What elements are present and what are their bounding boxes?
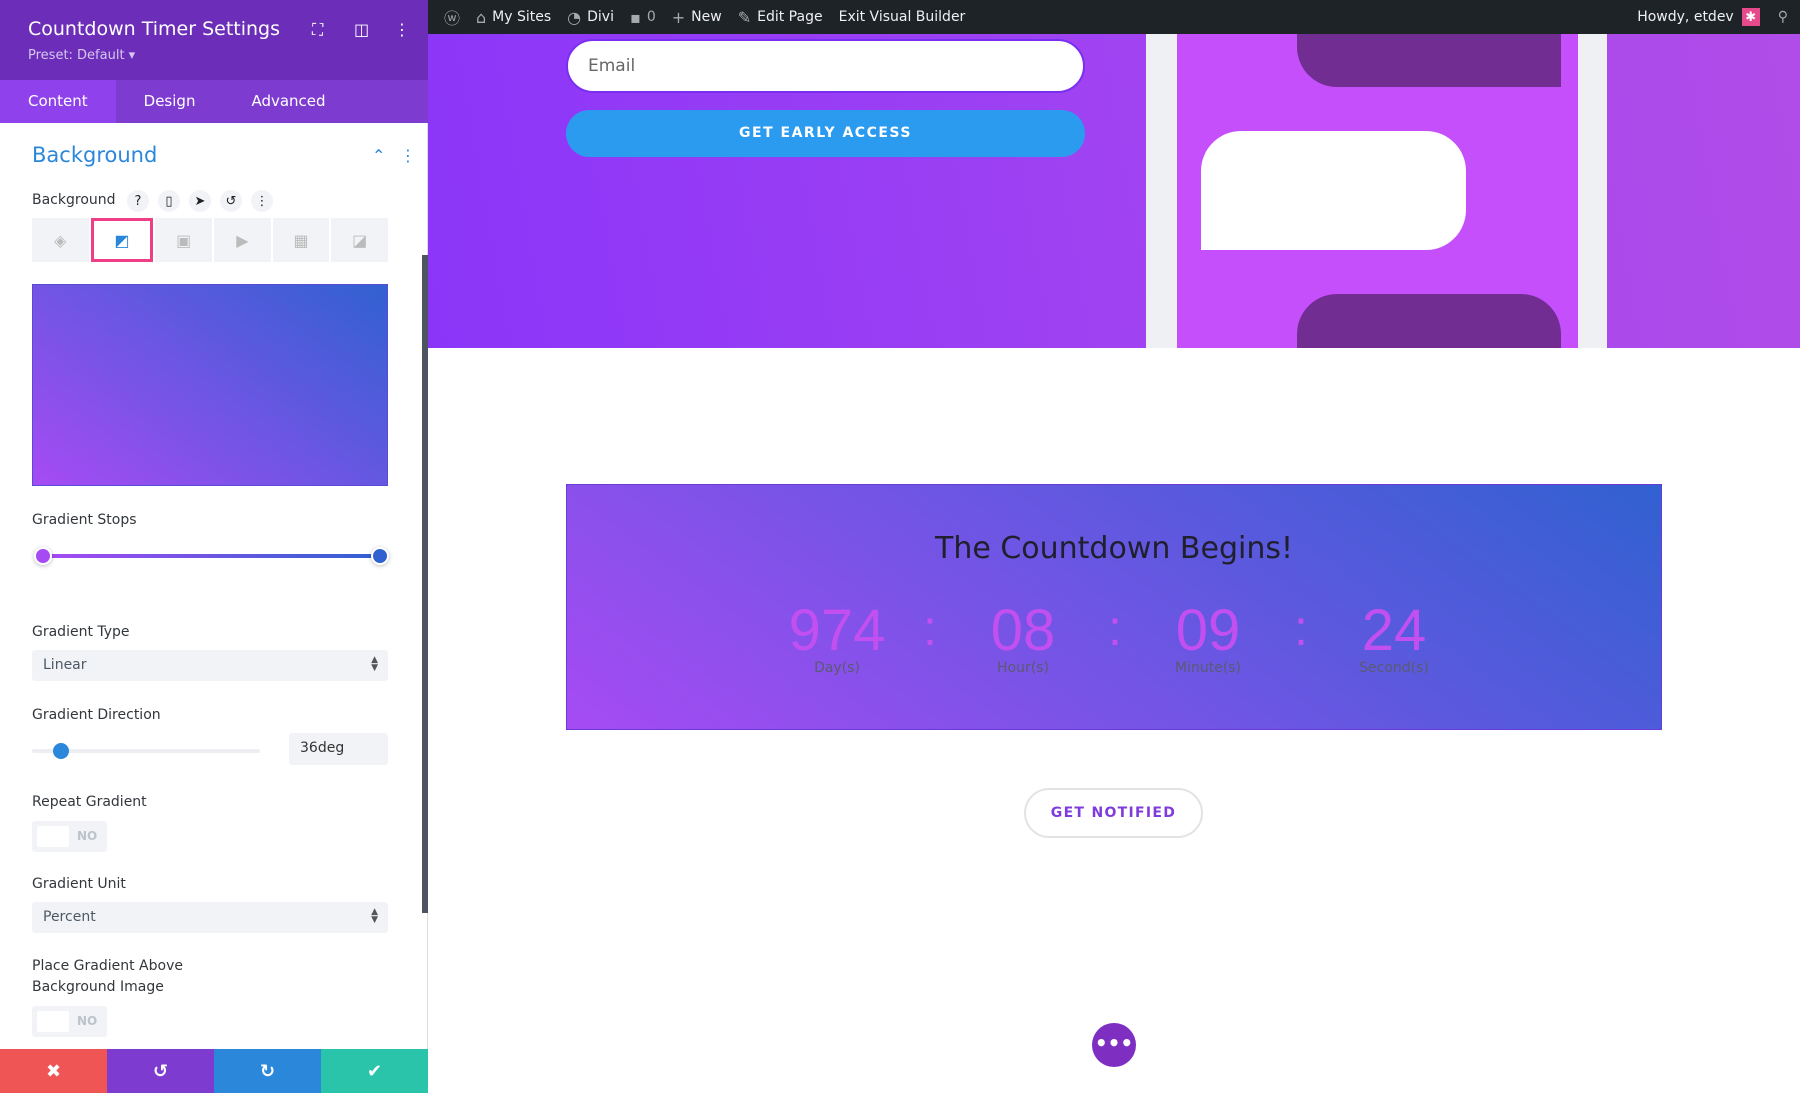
section-title[interactable]: Background (32, 143, 157, 167)
minutes-value: 09 (1175, 598, 1241, 663)
chat-bubble (1201, 131, 1466, 250)
gradient-direction-label: Gradient Direction (32, 707, 161, 723)
separator: : (1108, 600, 1122, 656)
gradient-type-label: Gradient Type (32, 624, 130, 640)
howdy-user[interactable]: Howdy, etdev (1637, 9, 1734, 25)
options-icon[interactable]: ⋮ (251, 190, 273, 212)
days-value: 974 (788, 598, 886, 663)
gradient-unit-select[interactable]: Percent ▲ ▼ (32, 902, 388, 933)
toggle-state: NO (77, 829, 98, 843)
gradient-stops-label: Gradient Stops (32, 512, 137, 528)
bg-video-tab-icon[interactable]: ▶ (214, 218, 271, 262)
sites-icon: ⌂ (476, 7, 487, 27)
search-icon[interactable]: ⚲ (1778, 9, 1788, 25)
phone-frame-left (1146, 34, 1177, 348)
divi-link[interactable]: ◔ Divi (567, 8, 614, 27)
repeat-gradient-toggle[interactable]: NO (32, 821, 107, 852)
split-view-icon[interactable]: ◫ (354, 20, 369, 39)
gradient-preview (32, 284, 388, 486)
gradient-unit-label: Gradient Unit (32, 876, 126, 892)
countdown-timer: The Countdown Begins! 974 Day(s) : 08 Ho… (566, 484, 1662, 730)
fullscreen-icon[interactable]: ⛶ (312, 20, 323, 40)
place-above-label-2: Background Image (32, 979, 164, 995)
seconds-label: Second(s) (1359, 660, 1429, 676)
gradient-type-value: Linear (43, 657, 87, 673)
seconds-value: 24 (1361, 598, 1427, 663)
new-link[interactable]: + New (672, 8, 722, 27)
get-notified-button[interactable]: GET NOTIFIED (1024, 788, 1203, 838)
hours-label: Hour(s) (997, 660, 1049, 676)
toggle-state: NO (77, 1014, 98, 1028)
gradient-type-select[interactable]: Linear ▲ ▼ (32, 650, 388, 681)
background-label: Background (32, 192, 116, 208)
get-early-access-button[interactable]: GET EARLY ACCESS (566, 110, 1085, 157)
comment-icon: ▪ (630, 7, 641, 27)
panel-title: Countdown Timer Settings (28, 18, 281, 40)
section-menu-icon[interactable]: ⋮ (400, 146, 416, 165)
chat-bubble (1297, 294, 1561, 348)
hover-cursor-icon[interactable]: ➤ (189, 190, 211, 212)
select-arrows-icon: ▲ ▼ (371, 907, 378, 925)
email-input[interactable]: Email (566, 39, 1085, 93)
countdown-title: The Countdown Begins! (935, 531, 1293, 566)
separator: : (923, 600, 937, 656)
panel-scrollbar[interactable] (422, 255, 428, 913)
gradient-stops-track[interactable] (44, 554, 380, 558)
tab-design[interactable]: Design (116, 80, 224, 123)
gradient-unit-value: Percent (43, 909, 96, 925)
undo-button[interactable]: ↺ (107, 1049, 214, 1093)
separator: : (1294, 600, 1308, 656)
gradient-stop-start[interactable] (34, 547, 52, 565)
tab-advanced[interactable]: Advanced (223, 80, 353, 123)
chat-bubble (1297, 34, 1561, 87)
gradient-direction-input[interactable]: 36deg (289, 733, 388, 765)
builder-menu-button[interactable]: ••• (1092, 1023, 1136, 1067)
my-sites-link[interactable]: ⌂ My Sites (476, 8, 551, 27)
hours-value: 08 (990, 598, 1056, 663)
avatar[interactable]: ✱ (1741, 8, 1760, 26)
comments-link[interactable]: ▪ 0 (630, 8, 656, 27)
collapse-chevron-icon[interactable]: ⌃ (372, 146, 385, 165)
exit-builder-link[interactable]: Exit Visual Builder (839, 9, 966, 25)
help-icon[interactable]: ? (127, 190, 149, 212)
phone-frame-right (1578, 34, 1607, 348)
dashboard-icon: ◔ (567, 7, 582, 27)
bg-mask-tab-icon[interactable]: ◪ (331, 218, 389, 262)
bg-image-tab-icon[interactable]: ▣ (155, 218, 213, 262)
direction-slider-handle[interactable] (53, 743, 69, 759)
admin-bar: ⓦ ⌂ My Sites ◔ Divi ▪ 0 + New ✎ Edit Page Exi… (428, 0, 1800, 34)
wordpress-logo-icon[interactable]: ⓦ (444, 5, 460, 29)
tab-content[interactable]: Content (0, 80, 116, 123)
place-above-toggle[interactable]: NO (32, 1006, 107, 1037)
minutes-label: Minute(s) (1174, 660, 1242, 676)
panel-header: Countdown Timer Settings Preset: Default… (0, 0, 428, 80)
pencil-icon: ✎ (737, 7, 752, 27)
place-above-label: Place Gradient Above (32, 958, 183, 974)
reset-icon[interactable]: ↺ (220, 190, 242, 212)
plus-icon: + (671, 7, 686, 27)
bg-pattern-tab-icon[interactable]: ▦ (272, 218, 330, 262)
redo-button[interactable]: ↻ (214, 1049, 321, 1093)
preset-dropdown[interactable]: Preset: Default ▾ (28, 48, 135, 63)
responsive-icon[interactable]: ▯ (158, 190, 180, 212)
select-arrows-icon: ▲ ▼ (371, 655, 378, 673)
discard-button[interactable]: ✖ (0, 1049, 107, 1093)
gradient-stop-end[interactable] (371, 547, 389, 565)
days-label: Day(s) (814, 660, 860, 676)
more-options-icon[interactable]: ⋮ (394, 20, 410, 39)
settings-panel: Countdown Timer Settings Preset: Default… (0, 0, 428, 1093)
bg-gradient-tab-icon[interactable]: ◩ (90, 218, 154, 262)
bg-color-tab-icon[interactable]: ◈ (32, 218, 89, 262)
repeat-gradient-label: Repeat Gradient (32, 794, 147, 810)
edit-page-link[interactable]: ✎ Edit Page (738, 8, 823, 27)
save-button[interactable]: ✔ (321, 1049, 428, 1093)
